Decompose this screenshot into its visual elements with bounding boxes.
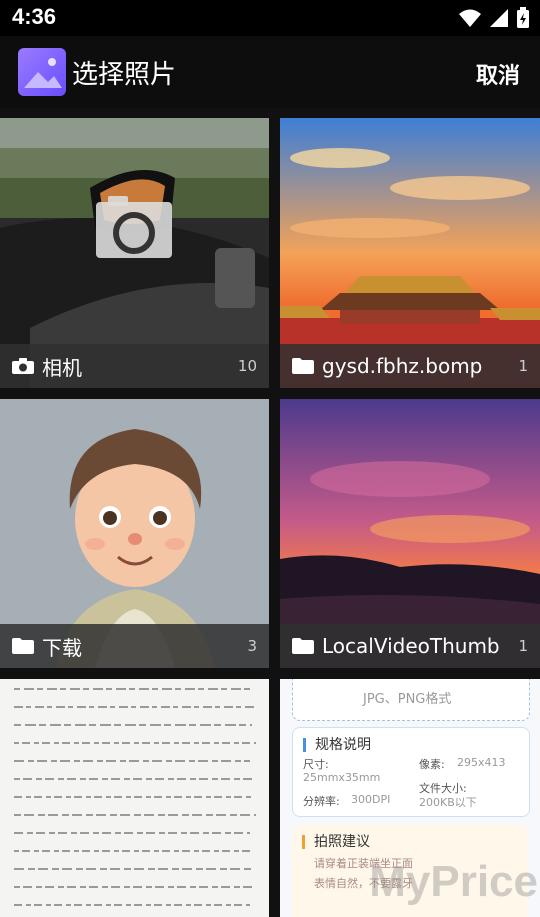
- format-text: JPG、PNG格式: [363, 692, 452, 707]
- battery-charging-icon: [517, 7, 529, 28]
- album-name: 相机: [42, 355, 82, 380]
- watermark: MyPrice: [369, 857, 538, 906]
- size-value: 25mmx35mm: [303, 771, 381, 784]
- dpi-value: 300DPI: [351, 793, 391, 806]
- album-name: gysd.fbhz.bomp: [322, 354, 483, 378]
- album-tile-gysd[interactable]: gysd.fbhz.bomp 1: [280, 118, 540, 388]
- tips-title: 拍照建议: [314, 834, 370, 850]
- album-caption: gysd.fbhz.bomp 1: [280, 344, 540, 388]
- camera-icon: [12, 358, 34, 374]
- album-tile-camera[interactable]: 相机 10: [0, 118, 269, 388]
- accent-bar: [302, 835, 305, 849]
- album-count: 1: [518, 637, 528, 655]
- signal-icon: [490, 9, 508, 27]
- album-grid: 相机 10 gysd.fbhz.bomp 1 下载 3 LocalVideoTh…: [0, 118, 540, 917]
- app-bar: 选择照片 取消: [0, 36, 540, 108]
- cancel-button[interactable]: 取消: [476, 58, 520, 90]
- album-tile-partial-left[interactable]: [0, 679, 269, 917]
- size-label: 尺寸:: [303, 758, 329, 771]
- gallery-app-icon: [18, 48, 66, 96]
- album-caption: LocalVideoThumb 1: [280, 624, 540, 668]
- handwritten-page-thumbnail: [0, 679, 269, 917]
- pixels-value: 295x413: [457, 756, 506, 769]
- folder-icon: [12, 638, 34, 654]
- album-name: LocalVideoThumb: [322, 634, 500, 658]
- album-count: 3: [247, 637, 257, 655]
- status-icons: [458, 6, 530, 30]
- album-caption: 相机 10: [0, 344, 269, 388]
- accent-bar: [303, 738, 306, 752]
- pixels-label: 像素:: [419, 758, 445, 771]
- album-tile-download[interactable]: 下载 3: [0, 399, 269, 668]
- album-tile-partial-right[interactable]: JPG、PNG格式 规格说明 尺寸: 25mmx35mm 像素: 295x413…: [280, 679, 540, 917]
- album-name: 下载: [42, 635, 82, 660]
- spec-format-box: JPG、PNG格式: [292, 679, 530, 721]
- filesize-value: 200KB以下: [419, 796, 477, 809]
- folder-icon: [292, 638, 314, 654]
- page-title: 选择照片: [72, 60, 177, 90]
- spec-card: 规格说明 尺寸: 25mmx35mm 像素: 295x413 分辨率: 300D…: [292, 727, 530, 817]
- dpi-label: 分辨率:: [303, 795, 340, 808]
- album-count: 1: [518, 357, 528, 375]
- album-count: 10: [237, 357, 257, 375]
- folder-icon: [292, 358, 314, 374]
- album-caption: 下载 3: [0, 624, 269, 668]
- status-time: 4:36: [12, 4, 57, 29]
- status-bar: 4:36: [0, 0, 540, 36]
- spec-title: 规格说明: [315, 737, 371, 753]
- wifi-icon: [459, 9, 481, 27]
- album-tile-localvideothumb[interactable]: LocalVideoThumb 1: [280, 399, 540, 668]
